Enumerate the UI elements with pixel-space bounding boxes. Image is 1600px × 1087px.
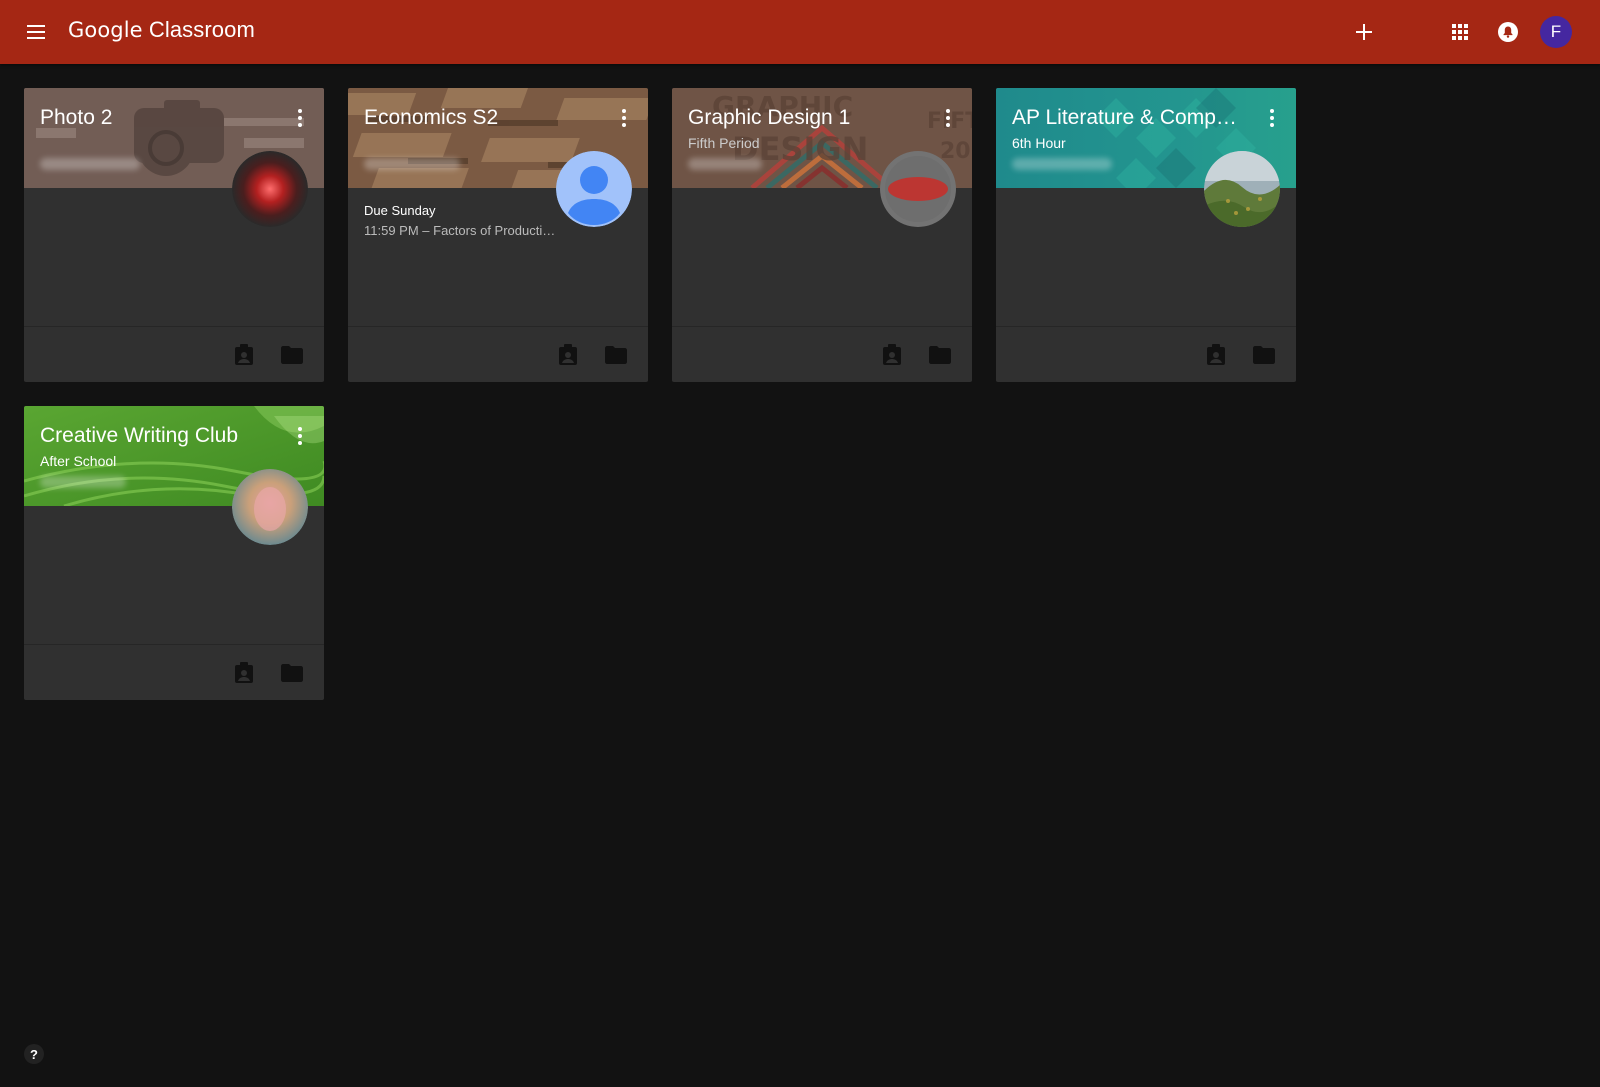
class-card-footer [996,326,1296,382]
teacher-avatar[interactable] [556,151,632,227]
blurred-teacher-name [364,158,460,170]
teacher-avatar[interactable] [880,151,956,227]
assignments-icon[interactable] [1204,343,1228,367]
assignments-icon[interactable] [556,343,580,367]
class-title[interactable]: Economics S2 [364,106,604,130]
drive-folder-icon[interactable] [928,343,952,367]
notifications-button[interactable] [1490,14,1526,50]
class-options-menu-button[interactable] [1262,106,1282,130]
apps-grid-icon [1452,24,1468,40]
due-assignment-link[interactable]: 11:59 PM – Factors of Producti… [364,223,564,238]
class-card-photo-2[interactable]: Photo 2 [24,88,324,382]
class-card-footer [672,326,972,382]
teacher-avatar[interactable] [232,469,308,545]
teacher-photo [232,469,308,545]
join-or-create-class-button[interactable] [1346,14,1382,50]
class-options-menu-button[interactable] [938,106,958,130]
assignments-icon[interactable] [232,661,256,685]
class-options-menu-button[interactable] [614,106,634,130]
class-section: Fifth Period [688,135,760,151]
assignments-icon[interactable] [880,343,904,367]
class-title[interactable]: Photo 2 [40,106,280,130]
drive-folder-icon[interactable] [604,343,628,367]
class-card-footer [24,644,324,700]
menu-icon [27,25,45,39]
class-title[interactable]: AP Literature & Comp… [1012,106,1252,130]
google-apps-button[interactable] [1442,14,1478,50]
main-menu-button[interactable] [18,16,54,48]
app-title[interactable]: Google Classroom [68,17,255,43]
class-card-footer [24,326,324,382]
class-card-ap-literature[interactable]: AP Literature & Comp… 6th Hour [996,88,1296,382]
blurred-teacher-name [688,158,762,170]
class-title[interactable]: Graphic Design 1 [688,106,928,130]
app-title-classroom: Classroom [148,17,255,42]
class-card-graphic-design-1[interactable]: GRAPHIC DESIGN FIFTH 20 Graphic Design 1… [672,88,972,382]
class-section: After School [40,453,117,469]
blurred-teacher-name [40,476,126,488]
plus-icon [1356,24,1372,40]
teacher-photo [880,151,956,227]
app-title-google: Google [68,18,143,42]
help-button[interactable]: ? [24,1044,44,1064]
top-app-bar: Google Classroom F [0,0,1600,64]
blurred-teacher-name [1012,158,1112,170]
drive-folder-icon[interactable] [280,343,304,367]
teacher-photo [232,151,308,227]
default-profile-icon [556,151,632,227]
class-options-menu-button[interactable] [290,424,310,448]
teacher-avatar[interactable] [1204,151,1280,227]
account-avatar[interactable]: F [1540,16,1572,48]
due-label: Due Sunday [364,203,436,218]
class-options-menu-button[interactable] [290,106,310,130]
drive-folder-icon[interactable] [280,661,304,685]
notifications-bell-icon [1498,22,1518,42]
svg-text:20: 20 [940,139,971,164]
class-section: 6th Hour [1012,135,1066,151]
class-card-creative-writing-club[interactable]: Creative Writing Club After School [24,406,324,700]
assignments-icon[interactable] [232,343,256,367]
class-card-economics-s2[interactable]: Economics S2 Due Sunday 11:59 PM – Facto… [348,88,648,382]
drive-folder-icon[interactable] [1252,343,1276,367]
class-card-footer [348,326,648,382]
blurred-teacher-name [40,158,140,170]
teacher-avatar[interactable] [232,151,308,227]
class-title[interactable]: Creative Writing Club [40,424,280,448]
teacher-photo [1204,151,1280,227]
